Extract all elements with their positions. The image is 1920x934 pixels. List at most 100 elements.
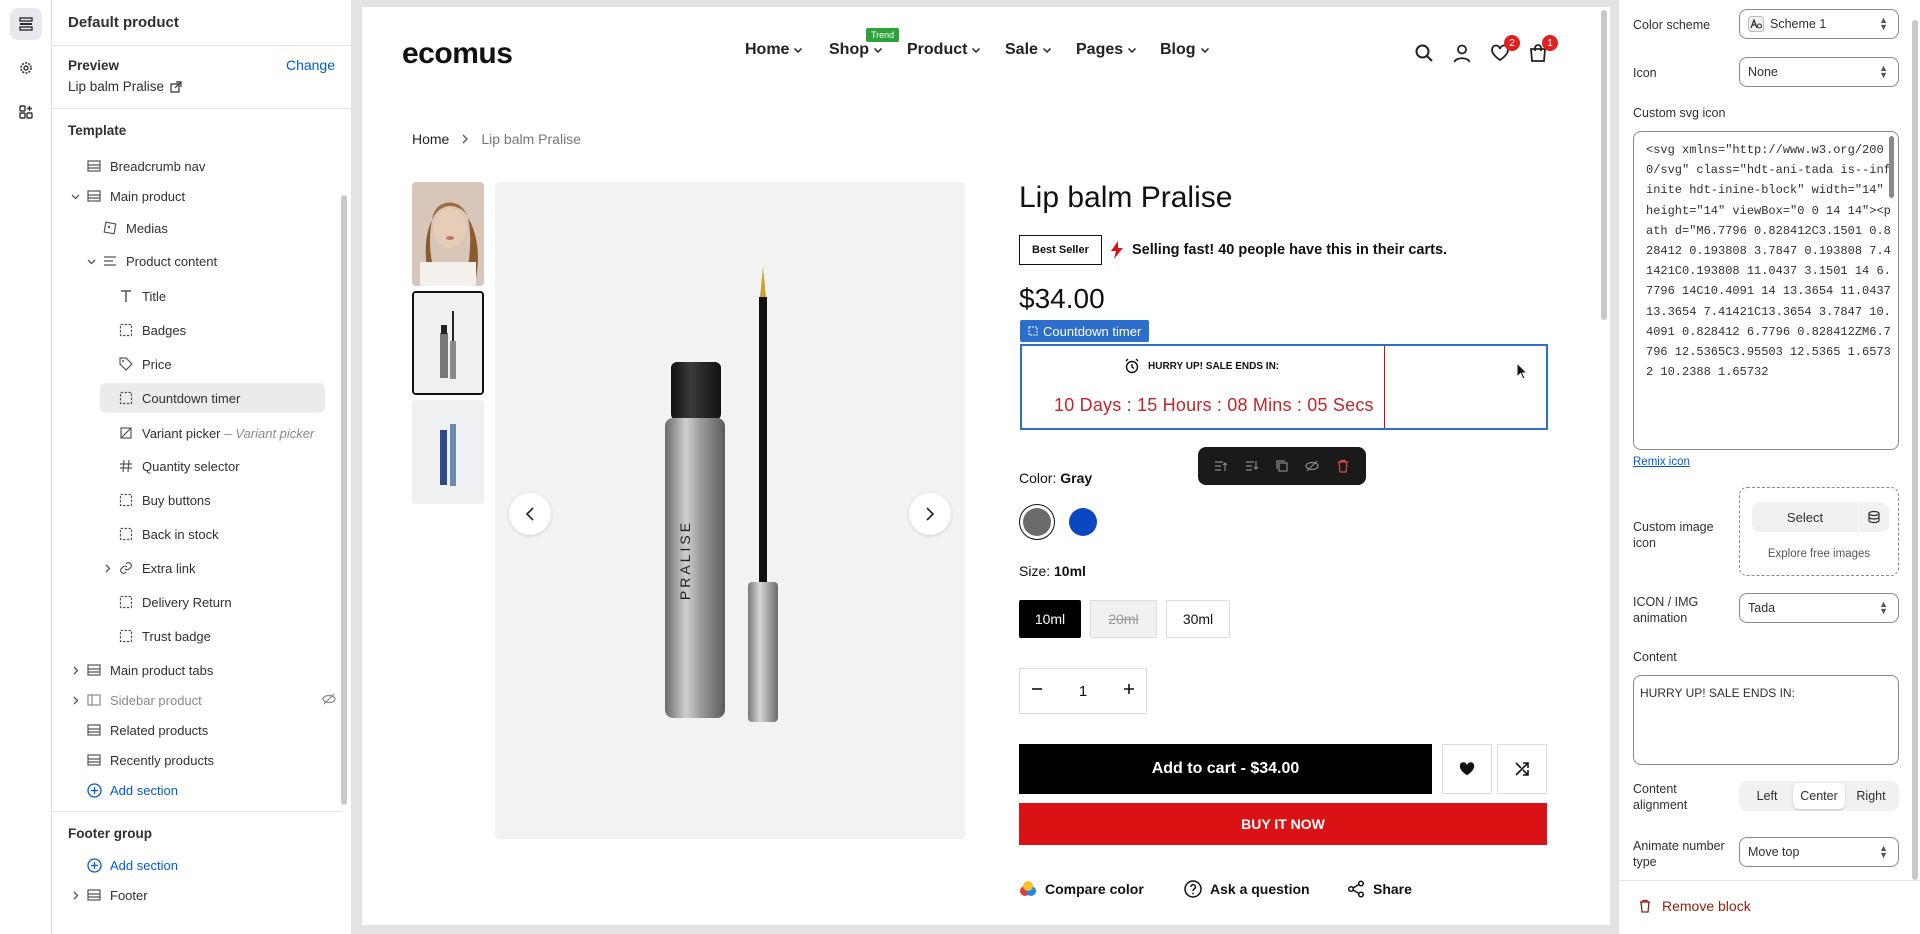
search-icon[interactable] [1412,41,1436,65]
remix-icon-link[interactable]: Remix icon [1633,456,1690,468]
nav-home[interactable]: Home [745,41,803,59]
textarea-scrollbar[interactable] [1889,136,1894,198]
tree-item-delivery-return[interactable]: Delivery Return [118,587,232,617]
gallery-prev-button[interactable] [509,493,551,535]
breadcrumb-home[interactable]: Home [412,131,449,147]
wishlist-heart-icon[interactable]: 2 [1488,35,1520,65]
tree-item-trust-badge[interactable]: Trust badge [118,621,211,651]
preview-value[interactable]: Lip balm Pralise [68,79,335,94]
settings-gear-icon[interactable] [10,52,42,84]
size-option-10ml[interactable]: 10ml [1019,600,1081,638]
compare-button[interactable] [1497,744,1547,794]
tree-item-sidebar-product[interactable]: Sidebar product [73,685,336,715]
add-section-button[interactable]: Add section [86,775,178,805]
text-lines-icon [102,253,118,269]
nav-sale[interactable]: Sale [1005,41,1052,59]
tree-item-buy-buttons[interactable]: Buy buttons [118,485,211,515]
tree-item-recently-products[interactable]: Recently products [86,745,214,775]
wishlist-button[interactable] [1442,744,1492,794]
tree-item-countdown-timer[interactable]: Countdown timer [100,383,325,413]
align-left-option[interactable]: Left [1741,783,1793,809]
countdown-block-tag[interactable]: Countdown timer [1020,320,1150,342]
store-logo[interactable]: ecomus [402,37,513,71]
select-caret-icon: ▲ ▼ [1879,15,1888,32]
product-main-image[interactable]: PRALISE [495,182,965,839]
content-textarea[interactable]: HURRY UP! SALE ENDS IN: [1633,675,1899,765]
alignment-label: Content alignment [1633,782,1688,812]
plus-icon[interactable] [1122,682,1136,700]
tree-item-back-in-stock[interactable]: Back in stock [118,519,219,549]
tree-item-footer[interactable]: Footer [73,880,148,910]
tree-item-extra-link[interactable]: Extra link [105,553,195,583]
settings-scrollbar[interactable] [1912,20,1918,880]
tree-item-main-product[interactable]: Main product [71,181,185,211]
change-preview-link[interactable]: Change [286,57,335,73]
icon-select[interactable]: None ▲ ▼ [1739,57,1899,87]
chevron-down-icon[interactable] [86,256,96,266]
sections-icon[interactable] [10,8,42,40]
minus-icon[interactable] [1030,682,1044,700]
move-up-icon[interactable] [1212,457,1230,475]
hide-eye-icon[interactable] [1303,457,1321,475]
product-thumbnail-active[interactable] [412,291,484,395]
animation-select[interactable]: Tada ▲ ▼ [1739,593,1899,623]
apps-icon[interactable] [10,96,42,128]
product-thumbnail[interactable] [412,400,484,504]
quantity-value[interactable]: 1 [1079,683,1087,700]
tree-item-related-products[interactable]: Related products [86,715,208,745]
tree-item-price[interactable]: Price [118,349,172,379]
nav-product[interactable]: Product [907,41,981,59]
library-icon[interactable] [1859,502,1889,532]
tree-item-badges[interactable]: Badges [118,315,186,345]
nav-blog[interactable]: Blog [1160,41,1210,59]
align-right-option[interactable]: Right [1845,783,1897,809]
buy-it-now-button[interactable]: BUY IT NOW [1019,803,1547,845]
explore-free-images-link[interactable]: Explore free images [1740,548,1898,560]
align-center-option[interactable]: Center [1793,783,1845,809]
hidden-eye-icon[interactable] [322,692,336,709]
nav-shop[interactable]: Shop [829,41,883,59]
size-option-30ml[interactable]: 30ml [1166,600,1230,638]
custom-svg-textarea[interactable]: <svg xmlns="http://www.w3.org/2000/svg" … [1633,131,1899,450]
nav-pages[interactable]: Pages [1076,41,1137,59]
chevron-right-icon[interactable] [70,890,80,900]
tree-item-breadcrumb-nav[interactable]: Breadcrumb nav [86,151,205,181]
tree-item-label: Price [142,356,172,372]
color-label-text: Color: [1019,470,1057,486]
delete-trash-icon[interactable] [1334,457,1352,475]
chevron-right-icon[interactable] [70,695,80,705]
footer-add-section-button[interactable]: Add section [86,850,178,880]
move-down-icon[interactable] [1243,457,1261,475]
size-option-20ml[interactable]: 20ml [1090,600,1157,638]
add-to-cart-button[interactable]: Add to cart - $34.00 [1019,744,1432,794]
cart-bag-icon[interactable]: 1 [1526,35,1558,65]
remove-block-button[interactable]: Remove block [1638,898,1751,914]
animate-number-select[interactable]: Move top ▲ ▼ [1739,837,1899,867]
ask-question-link[interactable]: Ask a question [1184,880,1310,898]
chevron-down-icon[interactable] [70,191,80,201]
compare-color-link[interactable]: Compare color [1019,880,1144,898]
preview-scrollbar[interactable] [1601,10,1607,320]
nav-label: Shop [829,41,869,58]
account-icon[interactable] [1450,41,1474,65]
chevron-right-icon[interactable] [70,665,80,675]
section-icon [86,188,102,204]
countdown-timer-block[interactable] [1020,344,1548,430]
swatch-gray[interactable] [1019,504,1055,540]
tree-item-product-content[interactable]: Product content [87,246,217,276]
swatch-blue[interactable] [1065,504,1101,540]
color-scheme-select[interactable]: Scheme 1 ▲ ▼ [1739,9,1899,39]
chevron-right-icon[interactable] [102,563,112,573]
tree-item-medias[interactable]: Medias [102,213,168,243]
image-picker: Select Explore free images [1739,487,1899,576]
share-link[interactable]: Share [1347,880,1412,898]
select-image-button[interactable]: Select [1752,502,1858,532]
tree-item-main-product-tabs[interactable]: Main product tabs [73,655,213,685]
duplicate-icon[interactable] [1273,457,1291,475]
tree-item-title[interactable]: Title [118,281,166,311]
gallery-next-button[interactable] [909,493,951,535]
tree-scrollbar[interactable] [341,195,347,805]
tree-item-variant-picker[interactable]: Variant picker – Variant picker [118,418,314,448]
product-thumbnail[interactable] [412,182,484,286]
tree-item-quantity-selector[interactable]: Quantity selector [118,451,240,481]
